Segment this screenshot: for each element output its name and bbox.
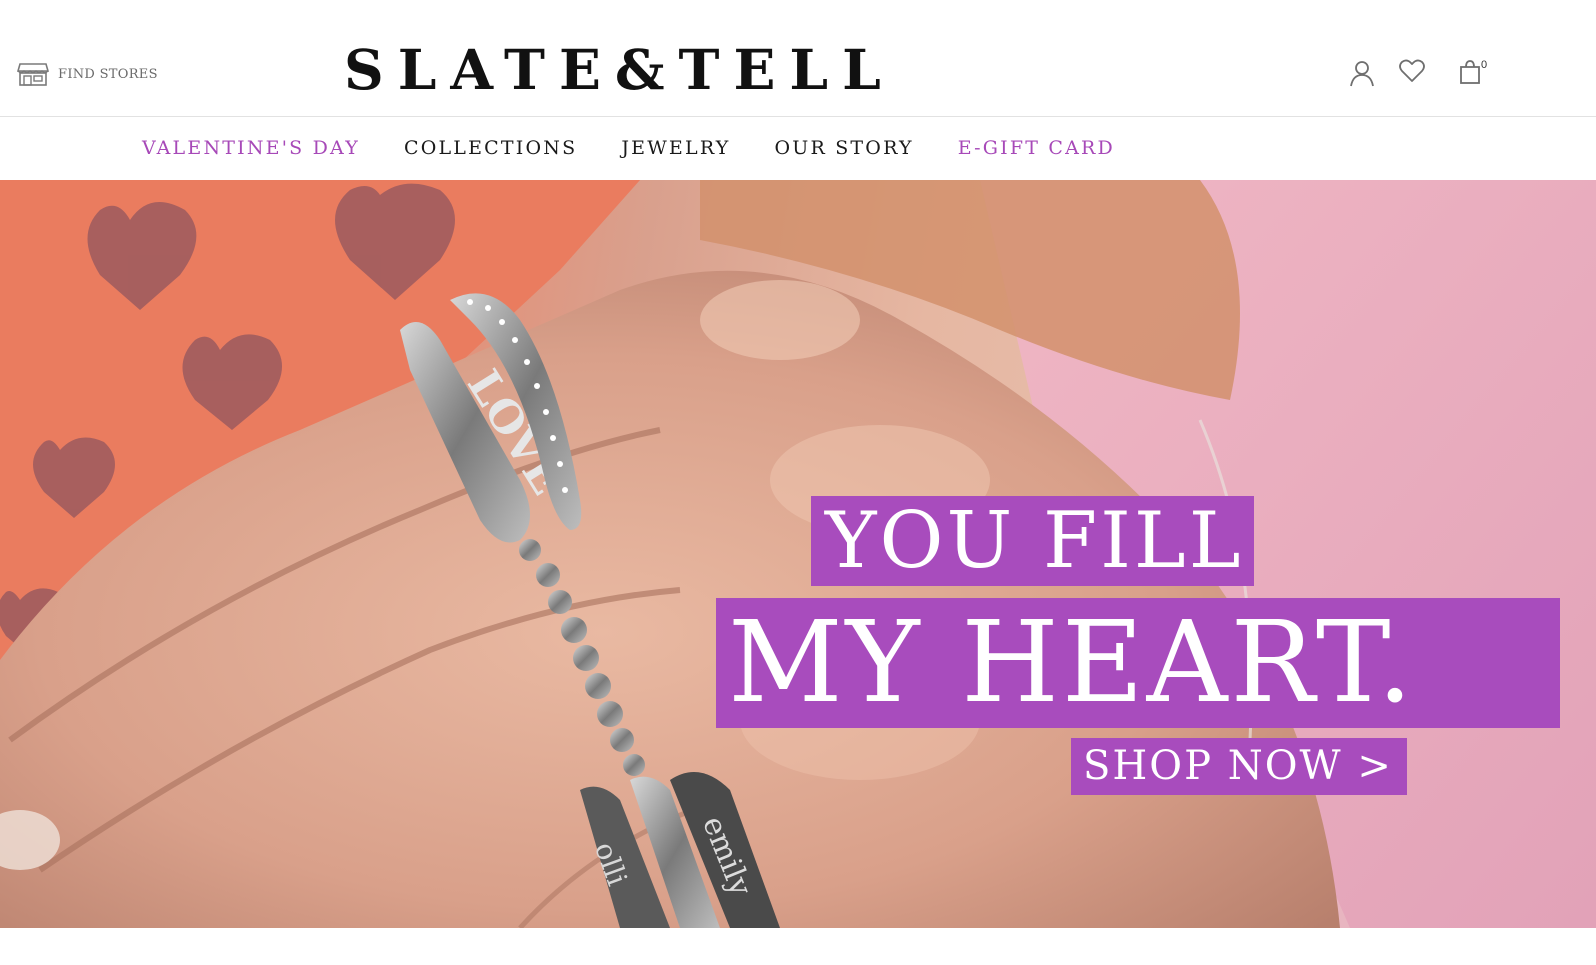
nav-item-jewelry[interactable]: JEWELRY [621, 137, 730, 159]
nav-item-collections[interactable]: COLLECTIONS [404, 137, 577, 159]
nav-item-e-gift-card[interactable]: E-GIFT CARD [958, 137, 1115, 159]
heart-icon[interactable] [1399, 59, 1425, 87]
shop-now-button[interactable]: SHOP NOW > [1071, 738, 1407, 795]
hero-headline-line1: YOU FILL [811, 496, 1254, 586]
cart-button[interactable]: 0 [1459, 59, 1487, 89]
site-header: FIND STORES SLATE&TELL 0 [0, 0, 1596, 117]
page-bottom-spacer [0, 928, 1596, 965]
hero-headline-line2: MY HEART. [716, 598, 1560, 728]
find-stores-label: FIND STORES [58, 66, 158, 82]
hero-banner[interactable]: LOVE olli emily YOU FILL MY HEART. SHOP … [0, 180, 1596, 928]
header-actions: 0 [1349, 59, 1487, 91]
nav-item-valentines-day[interactable]: VALENTINE'S DAY [142, 137, 360, 159]
cart-count: 0 [1481, 59, 1488, 71]
hero-image: LOVE olli emily [0, 180, 1596, 928]
shopping-bag-icon [1460, 60, 1480, 84]
store-icon [17, 61, 49, 87]
account-icon[interactable] [1349, 59, 1375, 91]
nav-item-our-story[interactable]: OUR STORY [774, 137, 913, 159]
main-nav: VALENTINE'S DAY COLLECTIONS JEWELRY OUR … [0, 118, 1596, 180]
find-stores-link[interactable]: FIND STORES [17, 61, 158, 87]
brand-logo[interactable]: SLATE&TELL [344, 37, 904, 103]
